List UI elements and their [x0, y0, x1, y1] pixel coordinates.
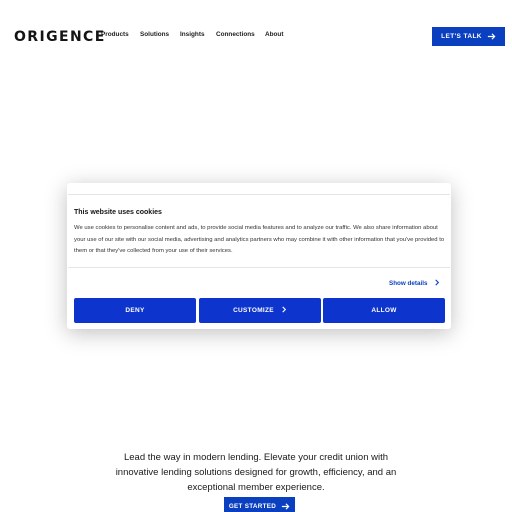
main-nav: Products Solutions Insights Connections …	[101, 31, 295, 38]
nav-item-about[interactable]: About	[265, 31, 283, 38]
chevron-right-icon	[434, 279, 440, 288]
customize-button[interactable]: CUSTOMIZE	[199, 298, 321, 323]
cookie-dialog-body: We use cookies to personalise content an…	[74, 225, 445, 254]
logo-text: ORIGENCE	[14, 29, 106, 45]
lets-talk-label: LET'S TALK	[441, 33, 482, 40]
origence-logo[interactable]: ORIGENCE	[14, 28, 106, 46]
nav-item-products[interactable]: Products	[101, 31, 129, 38]
get-started-label: GET STARTED	[228, 503, 277, 510]
nav-item-solutions[interactable]: Solutions	[140, 31, 169, 38]
cookie-dialog-divider	[68, 267, 450, 268]
show-details-link[interactable]: Show details	[389, 279, 440, 288]
show-details-label: Show details	[389, 280, 428, 287]
cookie-dialog-topbar	[68, 185, 450, 195]
nav-item-connections[interactable]: Connections	[216, 31, 255, 38]
lets-talk-button[interactable]: LET'S TALK	[432, 27, 505, 46]
deny-label: DENY	[125, 307, 145, 314]
site-header: ORIGENCE Products Solutions Insights Con…	[0, 0, 512, 74]
chevron-right-icon	[281, 306, 287, 315]
hero-description: Lead the way in modern lending. Elevate …	[115, 452, 397, 493]
deny-button[interactable]: DENY	[74, 298, 196, 323]
customize-label: CUSTOMIZE	[233, 307, 274, 314]
nav-item-insights[interactable]: Insights	[180, 31, 205, 38]
allow-button[interactable]: ALLOW	[323, 298, 445, 323]
allow-label: ALLOW	[371, 307, 397, 314]
arrow-right-icon	[487, 32, 496, 41]
arrow-right-icon	[281, 502, 290, 511]
get-started-button[interactable]: GET STARTED	[224, 497, 295, 512]
cookie-dialog-title: This website uses cookies	[74, 209, 162, 216]
